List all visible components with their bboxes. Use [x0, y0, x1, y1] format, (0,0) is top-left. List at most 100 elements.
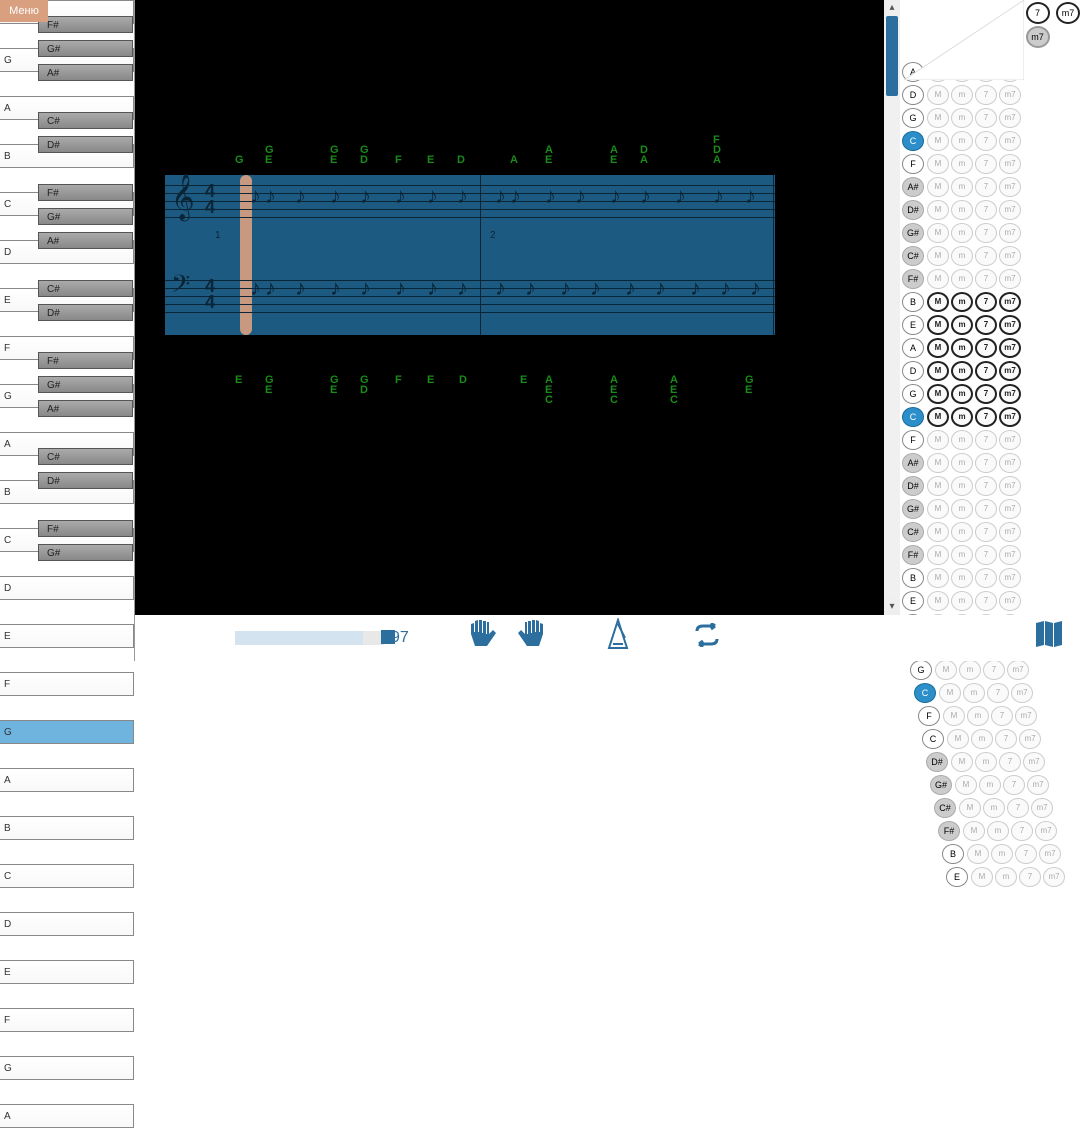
chord-button-M[interactable]: M [927, 545, 949, 565]
note[interactable]: ♪ [360, 183, 371, 209]
chord-button-7[interactable]: 7 [975, 108, 997, 128]
chord-button-m7[interactable]: m7 [999, 545, 1021, 565]
chord-button-7[interactable]: 7 [975, 476, 997, 496]
chord-button-m7[interactable]: m7 [999, 223, 1021, 243]
chord-button-M[interactable]: M [927, 499, 949, 519]
white-key-E[interactable]: E [0, 960, 134, 984]
chord-button-m7[interactable]: m7 [999, 338, 1021, 358]
chord-button-m[interactable]: m [991, 844, 1013, 864]
chord-button-M[interactable]: M [927, 568, 949, 588]
white-key-A[interactable]: A [0, 1104, 134, 1128]
black-key-Dsharp[interactable]: D# [38, 304, 133, 321]
chord-button-M[interactable]: M [927, 453, 949, 473]
chord-button-m7[interactable]: m7 [999, 522, 1021, 542]
chord-button-m[interactable]: m [951, 154, 973, 174]
chord-button-M[interactable]: M [927, 591, 949, 611]
tempo-slider[interactable] [235, 631, 385, 645]
chord-button-m[interactable]: m [951, 108, 973, 128]
white-key-A[interactable]: A [0, 768, 134, 792]
chord-button-m7[interactable]: m7 [999, 361, 1021, 381]
root-button-G[interactable]: G [902, 108, 924, 128]
chord-button-m[interactable]: m [979, 775, 1001, 795]
map-icon[interactable] [1034, 619, 1064, 657]
note[interactable]: ♪ [427, 183, 438, 209]
note[interactable]: ♪ [495, 183, 506, 209]
chord-button-7[interactable]: 7 [975, 62, 997, 82]
score-viewport[interactable]: 𝄞 44 𝄢 44 1 2 ♪♪♪♪♪♪♪♪♪♪♪♪♪♪♪♪♪ ♪♪♪♪♪♪♪♪… [135, 0, 884, 615]
white-key-F[interactable]: F [0, 672, 134, 696]
chord-button-m[interactable]: m [951, 269, 973, 289]
chord-button-M[interactable]: M [927, 200, 949, 220]
black-key-Csharp[interactable]: C# [38, 112, 133, 129]
chord-button-7[interactable]: 7 [975, 499, 997, 519]
root-button-F[interactable]: F [902, 154, 924, 174]
note[interactable]: ♪ [330, 183, 341, 209]
black-key-Csharp[interactable]: C# [38, 280, 133, 297]
note[interactable]: ♪ [495, 275, 506, 301]
chord-button-m[interactable]: m [951, 453, 973, 473]
chord-button-7[interactable]: 7 [1007, 798, 1029, 818]
chord-button-M[interactable]: M [927, 407, 949, 427]
root-button-B[interactable]: B [902, 292, 924, 312]
chord-button-m7[interactable]: m7 [999, 292, 1021, 312]
chord-button-m7[interactable]: m7 [1031, 798, 1053, 818]
chord-button-M[interactable]: M [927, 338, 949, 358]
root-button-D[interactable]: D [902, 361, 924, 381]
chord-button-m7[interactable]: m7 [1043, 867, 1065, 887]
note[interactable]: ♪ [690, 275, 701, 301]
chord-button-m7[interactable]: m7 [1007, 660, 1029, 680]
note[interactable]: ♪ [675, 183, 686, 209]
chord-button-7[interactable]: 7 [975, 269, 997, 289]
root-button-Fsharp[interactable]: F# [938, 821, 960, 841]
chord-button-7[interactable]: 7 [975, 591, 997, 611]
white-key-G[interactable]: G [0, 720, 134, 744]
chord-button-m[interactable]: m [951, 545, 973, 565]
black-key-Gsharp[interactable]: G# [38, 40, 133, 57]
white-key-E[interactable]: E [0, 624, 134, 648]
chord-button-m[interactable]: m [951, 384, 973, 404]
chord-button-m[interactable]: m [951, 292, 973, 312]
chord-button-m[interactable]: m [951, 407, 973, 427]
chord-m7-button[interactable]: m7 [1056, 2, 1080, 24]
note[interactable]: ♪ [360, 275, 371, 301]
black-key-Asharp[interactable]: A# [38, 64, 133, 81]
chord-button-m7[interactable]: m7 [1015, 706, 1037, 726]
black-key-Fsharp[interactable]: F# [38, 184, 133, 201]
chord-button-7[interactable]: 7 [975, 177, 997, 197]
note[interactable]: ♪ [457, 275, 468, 301]
chord-button-m[interactable]: m [951, 62, 973, 82]
chord-button-m7[interactable]: m7 [999, 384, 1021, 404]
right-hand-icon[interactable] [517, 618, 545, 658]
root-button-Dsharp[interactable]: D# [902, 476, 924, 496]
chord-button-7[interactable]: 7 [975, 384, 997, 404]
note[interactable]: ♪ [265, 183, 276, 209]
root-button-Dsharp[interactable]: D# [902, 200, 924, 220]
note[interactable]: ♪ [295, 275, 306, 301]
note[interactable]: ♪ [713, 183, 724, 209]
root-button-Gsharp[interactable]: G# [930, 775, 952, 795]
chord-button-M[interactable]: M [927, 269, 949, 289]
root-button-Csharp[interactable]: C# [902, 522, 924, 542]
black-key-Gsharp[interactable]: G# [38, 376, 133, 393]
note[interactable]: ♪ [625, 275, 636, 301]
root-button-G[interactable]: G [902, 384, 924, 404]
root-button-C[interactable]: C [922, 729, 944, 749]
chord-button-7[interactable]: 7 [1003, 775, 1025, 795]
note[interactable]: ♪ [590, 275, 601, 301]
root-button-F[interactable]: F [902, 430, 924, 450]
chord-button-m[interactable]: m [987, 821, 1009, 841]
chord-button-m7[interactable]: m7 [999, 430, 1021, 450]
chord-button-m[interactable]: m [975, 752, 997, 772]
scroll-up-arrow[interactable]: ▴ [884, 0, 900, 16]
white-key-C[interactable]: C [0, 864, 134, 888]
chord-button-7[interactable]: 7 [987, 683, 1009, 703]
chord-button-m7[interactable]: m7 [999, 568, 1021, 588]
chord-button-7[interactable]: 7 [991, 706, 1013, 726]
chord-button-m7[interactable]: m7 [1035, 821, 1057, 841]
chord-button-m7[interactable]: m7 [999, 85, 1021, 105]
chord-button-7[interactable]: 7 [975, 545, 997, 565]
white-key-D[interactable]: D [0, 912, 134, 936]
root-button-E[interactable]: E [902, 315, 924, 335]
chord-button-m7[interactable]: m7 [999, 200, 1021, 220]
scroll-down-arrow[interactable]: ▾ [884, 599, 900, 615]
